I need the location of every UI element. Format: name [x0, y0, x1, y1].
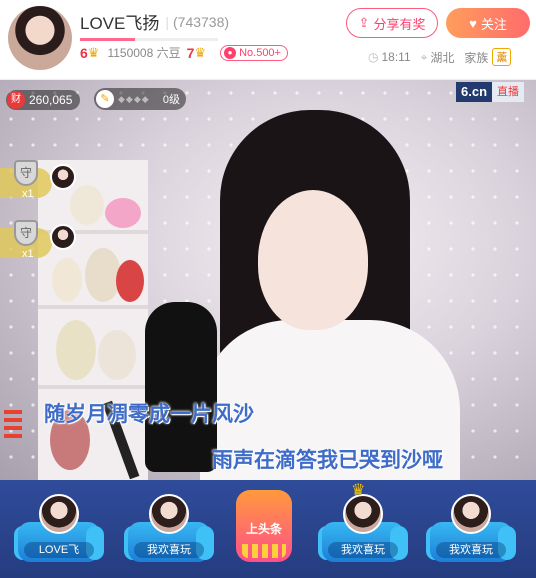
- headline-drips: [242, 544, 286, 558]
- rank-badge-label: No.500+: [239, 46, 281, 59]
- share-button[interactable]: ⇪ 分享有奖: [346, 8, 438, 38]
- lyric-line-2: 雨声在滴答我已哭到沙哑: [212, 449, 443, 472]
- wealth-icon: 财: [7, 91, 25, 109]
- time-text: 18:11: [381, 50, 411, 64]
- side-panel-handle[interactable]: [4, 410, 22, 442]
- host-meta-row: 6 ♛ 1150008 六豆 7 ♛ ● No.500+: [80, 44, 288, 61]
- seat-label: 我欢喜玩: [328, 542, 398, 558]
- heart-icon: ♥: [469, 15, 477, 31]
- seat[interactable]: 我欢喜玩: [124, 486, 214, 574]
- location-icon: ⌖: [420, 49, 428, 64]
- seat-bar: LOVE飞 我欢喜玩 上头条 ♛ 我欢喜玩 我欢喜玩: [0, 480, 536, 578]
- wealth-counter[interactable]: 财 260,065: [6, 90, 81, 110]
- microphone: [145, 302, 217, 472]
- seat-label: LOVE飞: [24, 542, 94, 558]
- plush-toy: [105, 198, 141, 228]
- guard-avatar[interactable]: [50, 224, 76, 250]
- room-header: LOVE飞扬 (743738) 6 ♛ 1150008 六豆 7 ♛ ● No.…: [0, 0, 536, 80]
- level-progress-dots: ◆◆◆◆: [118, 93, 150, 104]
- fire-icon: ●: [224, 46, 237, 59]
- beans-count: 1150008 六豆: [107, 46, 181, 60]
- lyric-line-1: 随岁月凋零成一片风沙: [44, 403, 254, 426]
- seat-label: 我欢喜玩: [436, 542, 506, 558]
- follow-label: 关注: [480, 16, 507, 32]
- guard-count: x1: [22, 248, 34, 260]
- magic-wand-icon: ✎: [96, 90, 114, 108]
- plush-toy: [98, 330, 136, 380]
- share-icon: ⇪: [358, 15, 370, 30]
- clock-icon: ◷: [368, 50, 379, 64]
- crown-icon: ♛: [351, 482, 366, 499]
- room-info-row: ◷ 18:11 ⌖ 湖北 家族 薰: [368, 48, 512, 66]
- host-level-progress: [80, 38, 218, 41]
- seat-avatar[interactable]: [39, 494, 79, 534]
- host-name[interactable]: LOVE飞扬: [80, 9, 159, 34]
- guard-avatar[interactable]: [50, 164, 76, 190]
- shield-icon: 守: [14, 160, 38, 186]
- host-level-progress-fill: [80, 38, 136, 41]
- host-id: (743738): [165, 14, 229, 30]
- seat-avatar[interactable]: [451, 494, 491, 534]
- live-label: 直播: [492, 82, 525, 102]
- live-video[interactable]: 财 260,065 ✎ ◆◆◆◆ 0级 6.cn 直播 守 x1 守 x1 随岁…: [0, 80, 536, 480]
- seat[interactable]: 我欢喜玩: [426, 486, 516, 574]
- headline-button[interactable]: 上头条: [236, 490, 292, 562]
- headline-label: 上头条: [245, 522, 282, 536]
- brand-watermark: 6.cn 直播: [456, 82, 525, 102]
- seat-avatar[interactable]: [343, 494, 383, 534]
- location-text: 湖北: [430, 50, 455, 65]
- family-badge[interactable]: 薰: [492, 48, 512, 66]
- fan-level: 0级: [162, 94, 180, 106]
- crown-icon: ♛: [87, 44, 100, 60]
- plush-toy: [56, 320, 96, 380]
- host-face: [258, 190, 368, 330]
- shelf-board: [38, 385, 148, 389]
- follow-button[interactable]: ♥ 关注: [446, 8, 530, 38]
- family-label: 家族: [464, 50, 489, 65]
- share-label: 分享有奖: [373, 16, 426, 32]
- seat[interactable]: ♛ 我欢喜玩: [318, 482, 408, 574]
- seat-label: 我欢喜玩: [134, 542, 204, 558]
- shelf-board: [38, 305, 148, 309]
- seat-avatar[interactable]: [149, 494, 189, 534]
- host-avatar[interactable]: [8, 6, 72, 70]
- guard-entry[interactable]: 守 x1: [0, 220, 80, 264]
- crown-icon: ♛: [194, 44, 207, 60]
- rank-badge[interactable]: ● No.500+: [220, 44, 288, 61]
- wealth-value: 260,065: [29, 93, 73, 107]
- host-name-row: LOVE飞扬 (743738): [80, 9, 229, 34]
- plush-toy: [116, 260, 144, 302]
- plush-toy: [52, 258, 82, 302]
- seat[interactable]: LOVE飞: [14, 486, 104, 574]
- fan-level-pill[interactable]: ✎ ◆◆◆◆ 0级: [94, 88, 186, 110]
- crown-level: 7: [186, 44, 195, 61]
- brand-logo: 6.cn: [456, 82, 493, 102]
- badge-level: 6: [80, 44, 88, 61]
- shield-icon: 守: [14, 220, 38, 246]
- guard-count: x1: [22, 188, 34, 200]
- guard-entry[interactable]: 守 x1: [0, 160, 80, 204]
